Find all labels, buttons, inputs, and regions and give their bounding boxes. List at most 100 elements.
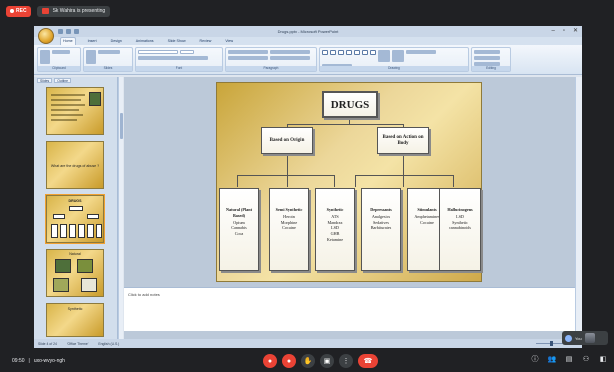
group-label: Drawing	[320, 66, 468, 71]
font-name-box[interactable]	[138, 50, 178, 54]
align-buttons[interactable]	[228, 56, 268, 60]
activities-icon[interactable]: ⚇	[581, 355, 591, 363]
present-button[interactable]: ▣	[320, 354, 334, 368]
window-controls: – ▫ ✕	[551, 27, 578, 35]
call-controls: ● ● ✋ ▣ ⋮ ☎	[263, 354, 378, 368]
font-size-box[interactable]	[180, 50, 194, 54]
shape-gallery-icon[interactable]	[362, 50, 368, 55]
slide-thumbnail[interactable]: Synthetic	[46, 303, 104, 337]
cut-icon[interactable]	[52, 50, 70, 54]
recording-badge: REC	[6, 5, 31, 17]
status-slide-info: Slide 4 of 24	[38, 341, 57, 346]
info-icon[interactable]: ⓘ	[530, 354, 540, 364]
leaf-title: Semi Synthetic	[275, 207, 303, 212]
action-category-box[interactable]: Based on Action on Body	[377, 127, 429, 154]
notes-pane[interactable]: Click to add notes	[124, 287, 575, 331]
paste-icon[interactable]	[40, 50, 50, 64]
meeting-info: 09:50 | uxo-wvyo-ngh	[12, 358, 65, 364]
thumb-box	[69, 224, 76, 238]
new-slide-icon[interactable]	[86, 50, 96, 64]
smartart-icon[interactable]	[270, 56, 310, 60]
shape-gallery-icon[interactable]	[338, 50, 344, 55]
ribbon-group-editing: Editing	[471, 47, 511, 72]
tab-animations[interactable]: Animations	[134, 38, 156, 45]
connector-line	[403, 175, 404, 187]
document-title: Drugs.pptx - Microsoft PowerPoint	[277, 29, 339, 34]
hallucinogens-box[interactable]: Hallucinogens LSD Synthetic cannabinoids	[439, 188, 481, 271]
replace-icon[interactable]	[474, 56, 500, 60]
self-view-tile[interactable]: You	[562, 331, 608, 345]
leaf-item: Barbiturates	[370, 225, 392, 231]
tab-view[interactable]: View	[223, 38, 235, 45]
list-buttons[interactable]	[228, 50, 268, 54]
presenting-chip[interactable]: Sk Wahira is presenting	[36, 5, 111, 17]
slide-thumbnail-selected[interactable]: DRUGS	[45, 194, 105, 244]
origin-category-box[interactable]: Based on Origin	[261, 127, 313, 154]
slide-scrollbar[interactable]	[575, 77, 582, 339]
synthetic-box[interactable]: Synthetic ATS Mandrax LSD GHB Ketamine	[315, 188, 355, 271]
leave-call-button[interactable]: ☎	[358, 354, 378, 368]
maximize-icon[interactable]: ▫	[563, 27, 565, 35]
status-language: English (U.S.)	[98, 341, 120, 346]
more-options-button[interactable]: ⋮	[339, 354, 353, 368]
shape-gallery-icon[interactable]	[322, 50, 328, 55]
slide-thumbnail[interactable]: Natural	[46, 249, 104, 297]
shape-gallery-icon[interactable]	[346, 50, 352, 55]
thumb-box	[87, 214, 99, 219]
tab-review[interactable]: Review	[198, 38, 214, 45]
thumb-box	[60, 224, 67, 238]
drugs-title-box[interactable]: DRUGS	[322, 91, 378, 118]
quick-styles-icon[interactable]	[392, 50, 404, 62]
present-icon: ▣	[323, 358, 331, 365]
thumb-box	[96, 224, 102, 238]
tab-design[interactable]: Design	[109, 38, 124, 45]
ppt-title-bar: Drugs.pptx - Microsoft PowerPoint – ▫ ✕	[34, 26, 582, 44]
depressants-box[interactable]: Depressants Analgesics Sedatives Barbitu…	[361, 188, 401, 271]
tab-outline[interactable]: Outline	[54, 78, 71, 83]
tab-slides[interactable]: Slides	[37, 78, 53, 83]
more-vert-icon: ⋮	[342, 358, 350, 365]
host-controls-icon[interactable]: ◧	[598, 355, 608, 363]
minimize-icon[interactable]: –	[551, 27, 554, 35]
slide-thumbnail[interactable]	[46, 87, 104, 135]
connector-line	[453, 175, 454, 187]
camera-off-button[interactable]: ●	[282, 354, 296, 368]
close-icon[interactable]: ✕	[573, 27, 578, 35]
shape-gallery-icon[interactable]	[354, 50, 360, 55]
arrange-icon[interactable]	[378, 50, 390, 62]
record-dot-icon	[10, 9, 14, 13]
slide-thumbnail[interactable]: What are the drugs of abuse ?	[46, 141, 104, 189]
find-icon[interactable]	[474, 50, 500, 54]
slides-pane-scrollbar[interactable]	[118, 77, 123, 339]
mic-off-button[interactable]: ●	[263, 354, 277, 368]
tab-insert[interactable]: Insert	[86, 38, 99, 45]
shape-gallery-icon[interactable]	[330, 50, 336, 55]
group-label: Paragraph	[226, 66, 316, 71]
text-direction-icon[interactable]	[270, 50, 310, 54]
zoom-knob[interactable]	[550, 340, 553, 346]
shape-fill-icon[interactable]	[406, 50, 436, 54]
meet-window: REC Sk Wahira is presenting Drugs.pptx -…	[0, 0, 614, 372]
mic-off-icon: ●	[267, 357, 273, 365]
layout-icon[interactable]	[98, 50, 120, 54]
ribbon-group-clipboard: Clipboard	[37, 47, 81, 72]
group-label: Editing	[472, 66, 510, 71]
raise-hand-button[interactable]: ✋	[301, 354, 315, 368]
self-video-thumbnail	[584, 333, 595, 343]
hand-icon: ✋	[303, 358, 313, 365]
font-format-buttons[interactable]	[138, 56, 208, 60]
shape-gallery-icon[interactable]	[370, 50, 376, 55]
people-icon[interactable]: 👥	[547, 355, 557, 363]
chat-icon[interactable]: ▤	[564, 355, 574, 363]
tab-home[interactable]: Home	[60, 37, 76, 45]
office-button[interactable]	[38, 28, 54, 44]
meeting-time: 09:50	[12, 358, 25, 364]
camera-off-icon: ●	[286, 357, 292, 365]
tab-slide-show[interactable]: Slide Show	[166, 38, 188, 45]
thumb-text-line	[51, 94, 85, 96]
natural-drugs-box[interactable]: Natural (Plant Based) Opium Cannabis Coc…	[219, 188, 259, 271]
scroll-thumb[interactable]	[120, 113, 123, 139]
leaf-title: Natural (Plant Based)	[226, 207, 252, 218]
semi-synthetic-box[interactable]: Semi Synthetic Heroin Morphine Cocaine	[269, 188, 309, 271]
slide-canvas[interactable]: DRUGS Based on Origin Based on Action on…	[216, 82, 482, 282]
